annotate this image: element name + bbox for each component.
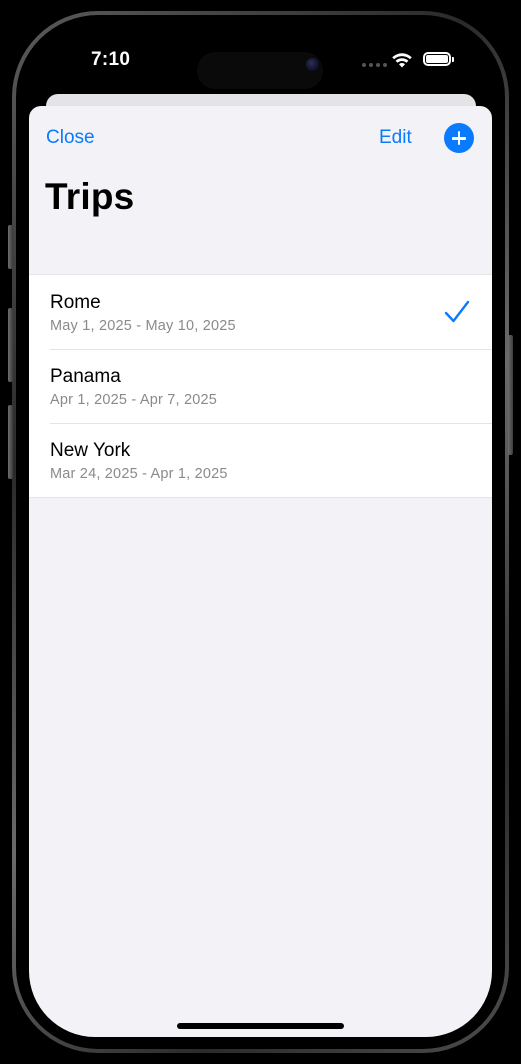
list-item[interactable]: Panama Apr 1, 2025 - Apr 7, 2025 <box>29 349 492 423</box>
phone-screen: 7:10 Close Edit Trips Rome May 1, 2025 -… <box>29 27 492 1037</box>
battery-cap <box>452 57 454 62</box>
trip-dates: Apr 1, 2025 - Apr 7, 2025 <box>50 392 218 408</box>
camera-lens <box>306 58 319 71</box>
trip-name: Panama <box>50 366 121 387</box>
volume-up-button <box>8 308 13 382</box>
page-title: Trips <box>45 176 135 217</box>
status-time: 7:10 <box>91 49 131 70</box>
trips-sheet: Close Edit Trips Rome May 1, 2025 - May … <box>29 106 492 1037</box>
trips-list: Rome May 1, 2025 - May 10, 2025 Panama A… <box>29 274 492 498</box>
wifi-icon <box>392 53 412 68</box>
trip-name: New York <box>50 440 131 461</box>
battery-icon <box>423 52 451 66</box>
volume-down-button <box>8 405 13 479</box>
trip-dates: May 1, 2025 - May 10, 2025 <box>50 318 236 334</box>
dynamic-island <box>197 52 323 89</box>
checkmark-icon <box>444 300 470 323</box>
close-button[interactable]: Close <box>46 127 95 149</box>
list-item[interactable]: Rome May 1, 2025 - May 10, 2025 <box>29 275 492 349</box>
home-indicator[interactable] <box>177 1023 344 1029</box>
plus-circle-icon[interactable] <box>444 123 474 153</box>
list-item[interactable]: New York Mar 24, 2025 - Apr 1, 2025 <box>29 423 492 497</box>
action-button <box>8 225 13 269</box>
cellular-signal-icon <box>362 63 387 67</box>
trip-name: Rome <box>50 292 101 313</box>
trip-dates: Mar 24, 2025 - Apr 1, 2025 <box>50 466 228 482</box>
power-button <box>508 335 513 455</box>
edit-button[interactable]: Edit <box>379 127 412 149</box>
status-bar: 7:10 <box>29 27 492 97</box>
